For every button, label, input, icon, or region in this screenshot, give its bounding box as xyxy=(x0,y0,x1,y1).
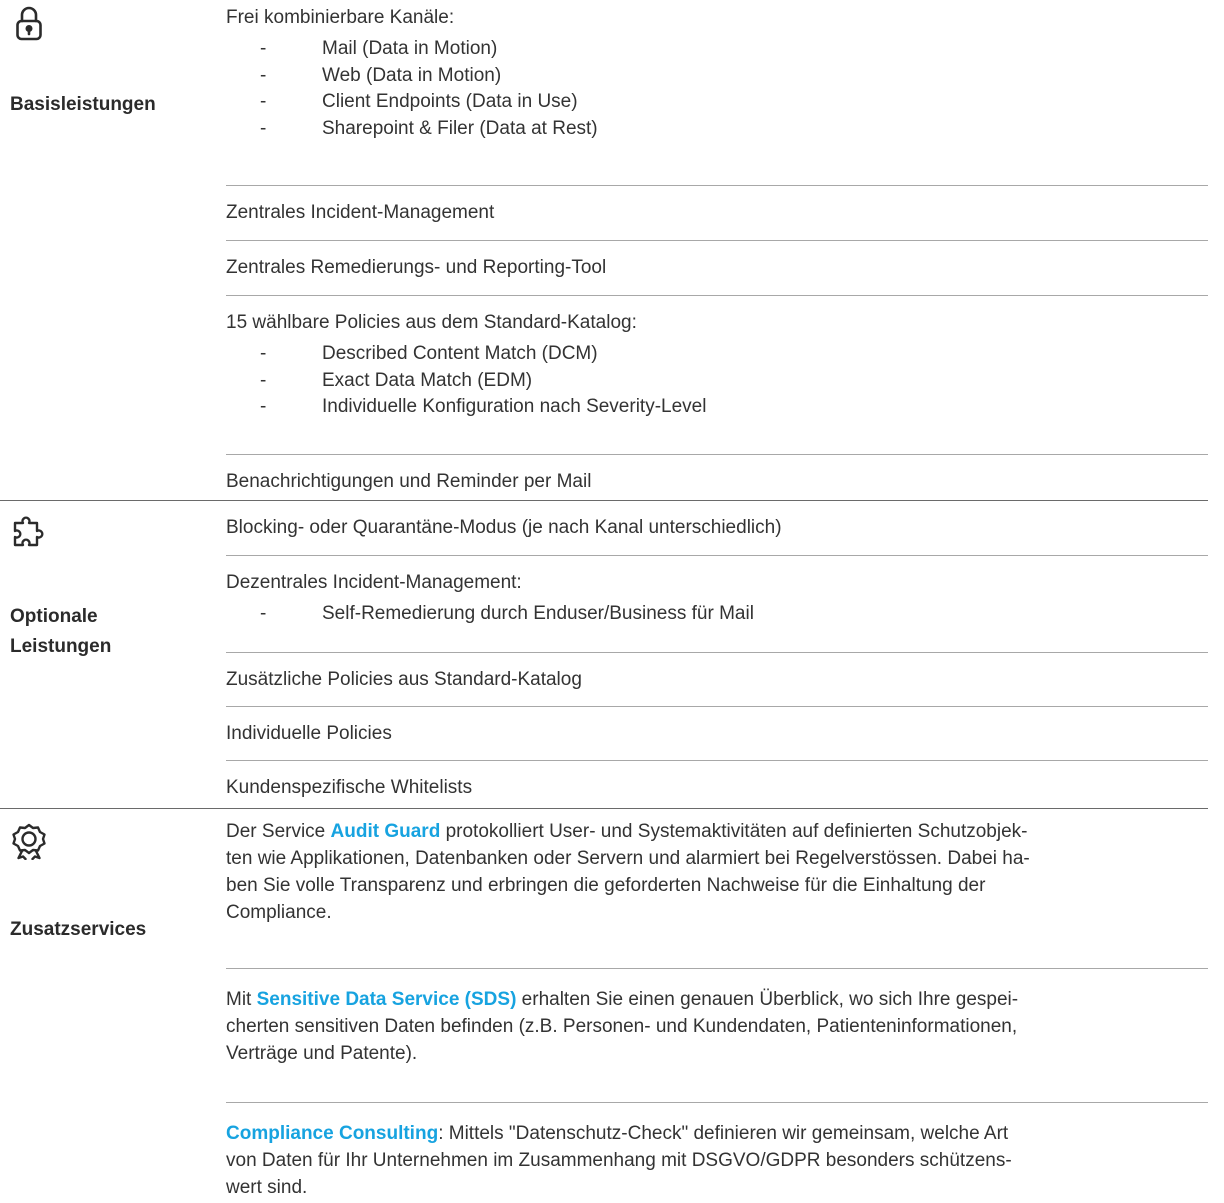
puzzle-piece-icon xyxy=(10,514,48,552)
row-text: Kundenspezifische Whitelists xyxy=(226,777,473,798)
channels-list: Mail (Data in Motion) Web (Data in Motio… xyxy=(226,36,1208,142)
category-title-line1: Optionale xyxy=(10,606,98,627)
audit-guard-row: Der Service Audit Guard protokolliert Us… xyxy=(226,810,1208,969)
audit-guard-link[interactable]: Audit Guard xyxy=(331,821,441,842)
text: protokolliert User- und Systemaktivitäte… xyxy=(440,821,1028,842)
para-line: Compliance. xyxy=(226,902,332,923)
basis-rows: Frei kombinierbare Kanäle: Mail (Data in… xyxy=(226,0,1208,499)
para-line: Verträge und Patente). xyxy=(226,1043,418,1064)
para-line: Der Service Audit Guard protokolliert Us… xyxy=(226,818,1208,845)
para-line: ten wie Applikationen, Datenbanken oder … xyxy=(226,848,1030,869)
policies-intro: 15 wählbare Policies aus dem Standard-Ka… xyxy=(226,312,637,333)
para-line: Mit Sensitive Data Service (SDS) erhalte… xyxy=(226,986,1208,1013)
text: erhalten Sie einen genauen Überblick, wo… xyxy=(516,989,1019,1010)
section-zusatzservices: Zusatzservices Der Service Audit Guard p… xyxy=(0,810,1224,1203)
row-text: Zentrales Incident-Management xyxy=(226,202,495,223)
extra-rows: Der Service Audit Guard protokolliert Us… xyxy=(226,810,1208,1203)
individual-policies-row: Individuelle Policies xyxy=(226,707,1208,761)
whitelists-row: Kundenspezifische Whitelists xyxy=(226,761,1208,808)
award-badge-icon xyxy=(10,822,48,860)
policies-row: 15 wählbare Policies aus dem Standard-Ka… xyxy=(226,296,1208,455)
row-text: Zentrales Remedierungs- und Reporting-To… xyxy=(226,257,607,278)
list-item: Self-Remedierung durch Enduser/Business … xyxy=(226,601,1208,628)
service-overview-page: Basisleistungen Frei kombinierbare Kanäl… xyxy=(0,0,1224,1203)
category-title: Zusatzservices xyxy=(10,919,147,940)
section-divider xyxy=(0,500,1208,501)
para-line: wert sind. xyxy=(226,1177,308,1198)
notifications-row: Benachrichtigungen und Reminder per Mail xyxy=(226,455,1208,499)
section-basisleistungen: Basisleistungen Frei kombinierbare Kanäl… xyxy=(0,0,1224,499)
list-item: Individuelle Konfiguration nach Severity… xyxy=(226,394,1208,421)
list-item: Exact Data Match (EDM) xyxy=(226,368,1208,395)
blocking-row: Blocking- oder Quarantäne-Modus (je nach… xyxy=(226,502,1208,556)
list-item: Sharepoint & Filer (Data at Rest) xyxy=(226,116,1208,143)
para-line: cherten sensitiven Daten befinden (z.B. … xyxy=(226,1016,1018,1037)
optional-rows: Blocking- oder Quarantäne-Modus (je nach… xyxy=(226,502,1208,808)
para-line: Compliance Consulting: Mittels "Datensch… xyxy=(226,1120,1208,1147)
list-item: Web (Data in Motion) xyxy=(226,63,1208,90)
section-optionale-leistungen: Optionale Leistungen Blocking- oder Quar… xyxy=(0,502,1224,808)
sds-link[interactable]: Sensitive Data Service (SDS) xyxy=(257,989,517,1010)
row-text: Blocking- oder Quarantäne-Modus (je nach… xyxy=(226,517,782,538)
extra-policies-row: Zusätzliche Policies aus Standard-Katalo… xyxy=(226,653,1208,707)
channels-intro: Frei kombinierbare Kanäle: xyxy=(226,7,455,28)
compliance-consulting-link[interactable]: Compliance Consulting xyxy=(226,1123,438,1144)
channels-row: Frei kombinierbare Kanäle: Mail (Data in… xyxy=(226,0,1208,186)
list-item: Described Content Match (DCM) xyxy=(226,341,1208,368)
sds-row: Mit Sensitive Data Service (SDS) erhalte… xyxy=(226,969,1208,1103)
row-text: Individuelle Policies xyxy=(226,723,392,744)
para-line: ben Sie volle Transparenz und erbringen … xyxy=(226,875,986,896)
section-divider xyxy=(0,808,1208,809)
remediation-row: Zentrales Remedierungs- und Reporting-To… xyxy=(226,241,1208,296)
decentral-row: Dezentrales Incident-Management: Self-Re… xyxy=(226,556,1208,653)
policies-list: Described Content Match (DCM) Exact Data… xyxy=(226,341,1208,421)
row-text: Zusätzliche Policies aus Standard-Katalo… xyxy=(226,669,582,690)
list-item: Mail (Data in Motion) xyxy=(226,36,1208,63)
text: : Mittels "Datenschutz-Check" definieren… xyxy=(438,1123,1009,1144)
text: Mit xyxy=(226,989,257,1010)
text: Der Service xyxy=(226,821,331,842)
decentral-intro: Dezentrales Incident-Management: xyxy=(226,572,522,593)
decentral-list: Self-Remedierung durch Enduser/Business … xyxy=(226,601,1208,628)
para-line: von Daten für Ihr Unternehmen im Zusamme… xyxy=(226,1150,1012,1171)
incident-row: Zentrales Incident-Management xyxy=(226,186,1208,241)
list-item: Client Endpoints (Data in Use) xyxy=(226,89,1208,116)
category-title: Basisleistungen xyxy=(10,94,156,115)
row-text: Benachrichtigungen und Reminder per Mail xyxy=(226,471,592,492)
category-title-line2: Leistungen xyxy=(10,636,112,657)
padlock-icon xyxy=(10,4,48,42)
compliance-consulting-row: Compliance Consulting: Mittels "Datensch… xyxy=(226,1103,1208,1203)
